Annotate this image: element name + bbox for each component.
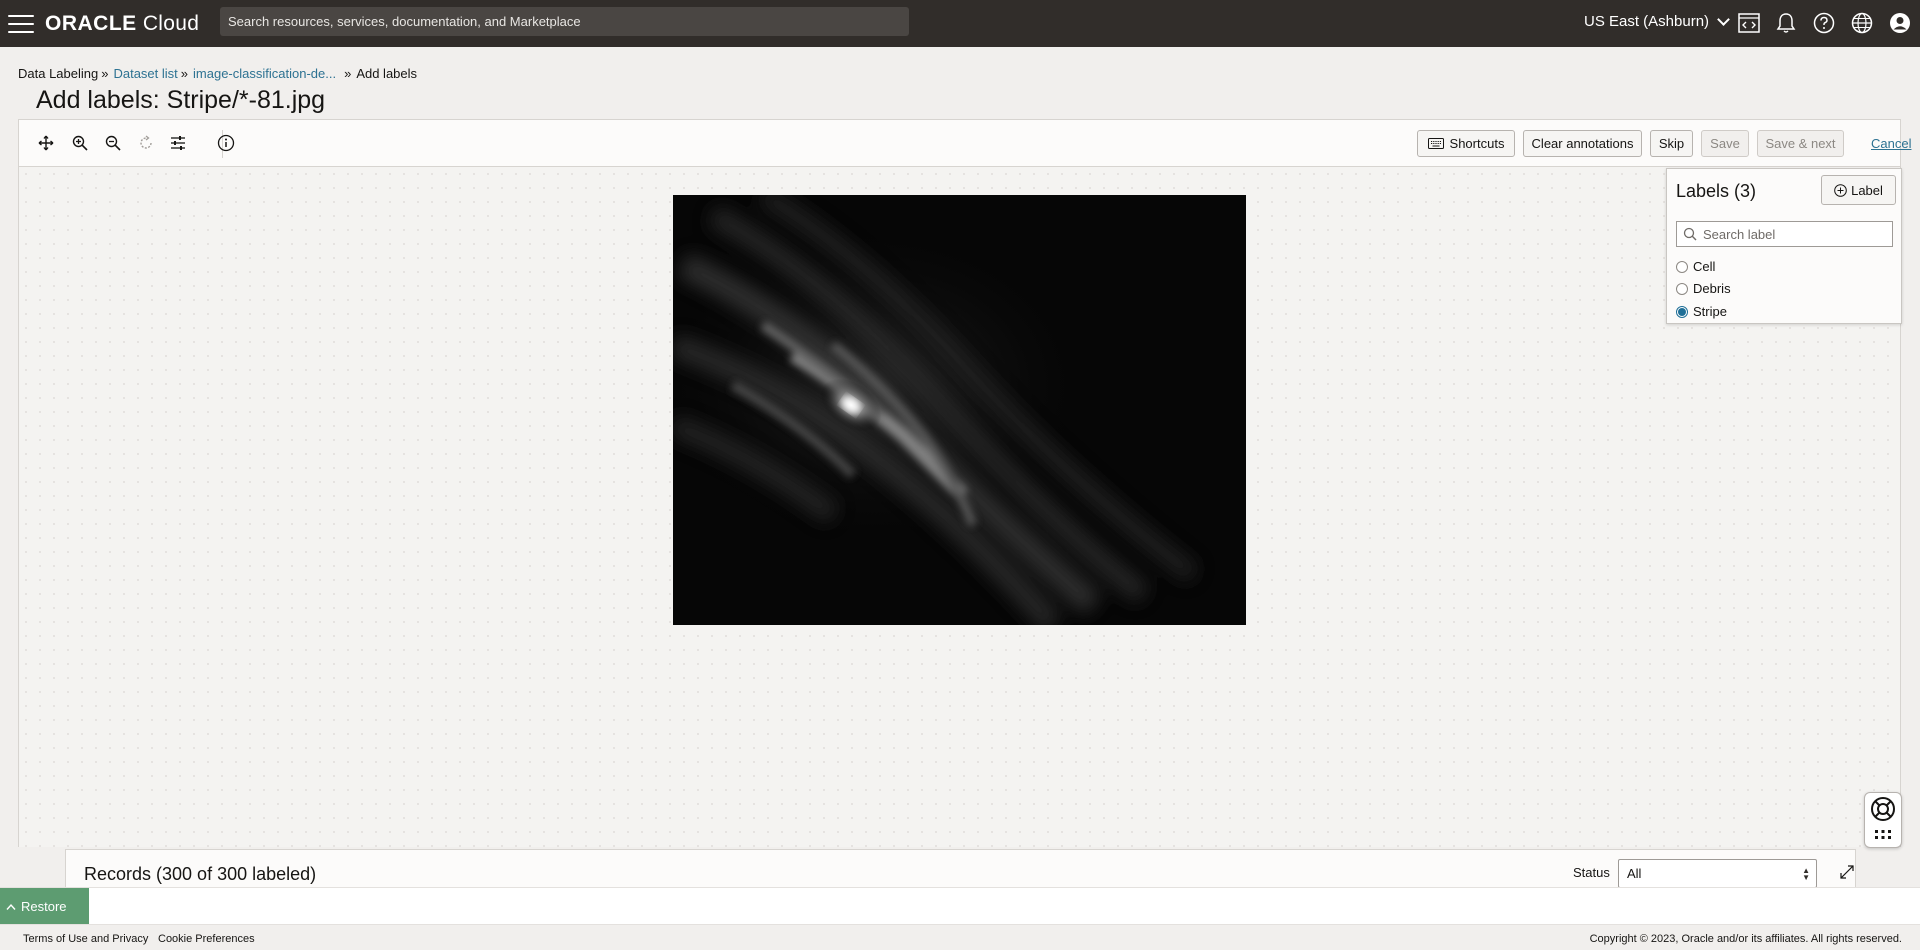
logo-brand: ORACLE	[45, 11, 137, 35]
cancel-link[interactable]: Cancel	[1871, 136, 1911, 151]
breadcrumb-separator: »	[344, 66, 352, 81]
restore-strip: Restore	[0, 887, 1920, 925]
breadcrumb-add-labels: Add labels	[356, 66, 418, 81]
record-image[interactable]	[673, 195, 1246, 625]
user-icon[interactable]	[1887, 10, 1913, 36]
restore-label: Restore	[21, 899, 67, 914]
shortcuts-button[interactable]: Shortcuts	[1417, 130, 1515, 157]
global-search-input[interactable]: Search resources, services, documentatio…	[220, 7, 909, 36]
region-label: US East (Ashburn)	[1584, 13, 1710, 30]
top-navigation-bar: ORACLE Cloud Search resources, services,…	[0, 0, 1920, 47]
move-icon[interactable]	[35, 132, 57, 154]
footer: Terms of Use and Privacy Cookie Preferen…	[0, 924, 1920, 950]
stripe-image	[673, 195, 1246, 625]
oracle-cloud-logo[interactable]: ORACLE Cloud	[45, 12, 199, 36]
keyboard-icon	[1427, 138, 1444, 149]
bell-icon[interactable]	[1773, 10, 1799, 36]
status-select[interactable]: All ▲ ▼	[1618, 859, 1817, 888]
status-value: All	[1627, 866, 1642, 881]
select-arrows-icon: ▲ ▼	[1802, 866, 1810, 882]
breadcrumb: Data Labeling» Dataset list» image-class…	[18, 66, 417, 81]
restore-button[interactable]: Restore	[0, 888, 89, 925]
cookie-preferences-link[interactable]: Cookie Preferences	[158, 933, 255, 945]
radio-icon[interactable]	[1676, 282, 1688, 295]
logo-product: Cloud	[142, 11, 200, 35]
search-icon	[1683, 227, 1697, 241]
global-search-placeholder: Search resources, services, documentatio…	[228, 14, 581, 29]
menu-icon[interactable]	[8, 14, 34, 33]
label-name: Debris	[1693, 281, 1731, 296]
label-name: Cell	[1693, 259, 1716, 274]
breadcrumb-dataset[interactable]: image-classification-de...	[193, 66, 336, 81]
globe-icon[interactable]	[1849, 10, 1875, 36]
zoom-in-icon[interactable]	[69, 132, 91, 154]
radio-icon[interactable]	[1676, 260, 1688, 273]
records-title: Records (300 of 300 labeled)	[84, 864, 317, 884]
lifebuoy-icon	[1871, 797, 1895, 839]
expand-icon[interactable]	[1839, 864, 1855, 880]
annotation-canvas[interactable]	[18, 167, 1901, 847]
help-widget[interactable]	[1864, 792, 1902, 848]
copyright: Copyright © 2023, Oracle and/or its affi…	[1589, 933, 1902, 945]
label-search-input[interactable]: Search label	[1676, 221, 1893, 247]
breadcrumb-dataset-list[interactable]: Dataset list	[113, 66, 177, 81]
chevron-up-icon	[6, 903, 16, 910]
add-label-text: Label	[1851, 182, 1883, 198]
info-icon[interactable]	[215, 132, 237, 154]
labels-panel: Labels (3) Label Search label Cell Debri…	[1666, 168, 1902, 324]
skip-button[interactable]: Skip	[1650, 130, 1693, 157]
label-search-placeholder: Search label	[1703, 226, 1776, 242]
page-title: Add labels: Stripe/*-81.jpg	[36, 86, 326, 114]
breadcrumb-data-labeling: Data Labeling	[18, 66, 99, 81]
zoom-out-icon[interactable]	[102, 132, 124, 154]
add-label-button[interactable]: Label	[1821, 175, 1896, 205]
label-option-cell[interactable]: Cell	[1676, 259, 1715, 274]
label-option-stripe[interactable]: Stripe	[1676, 304, 1727, 319]
labels-title: Labels (3)	[1676, 181, 1757, 201]
shortcuts-label: Shortcuts	[1449, 136, 1505, 151]
label-option-debris[interactable]: Debris	[1676, 281, 1731, 296]
save-and-next-button[interactable]: Save & next	[1757, 130, 1844, 157]
radio-selected-icon[interactable]	[1676, 305, 1688, 318]
reset-icon[interactable]	[135, 132, 157, 154]
annotation-toolbar: Shortcuts Clear annotations Skip Save Sa…	[18, 119, 1911, 167]
plus-circle-icon	[1834, 183, 1847, 197]
save-button[interactable]: Save	[1701, 130, 1749, 157]
records-panel: Records (300 of 300 labeled) Status All …	[65, 849, 1856, 889]
region-selector[interactable]: US East (Ashburn)	[1584, 12, 1730, 30]
terms-link[interactable]: Terms of Use and Privacy	[23, 933, 148, 945]
breadcrumb-separator: »	[180, 66, 189, 81]
breadcrumb-separator: »	[101, 66, 109, 81]
chevron-down-icon	[1717, 12, 1730, 26]
help-icon[interactable]	[1811, 10, 1837, 36]
code-editor-icon[interactable]	[1736, 10, 1762, 36]
status-label: Status	[1573, 865, 1610, 880]
adjust-icon[interactable]	[167, 132, 189, 154]
clear-annotations-button[interactable]: Clear annotations	[1523, 130, 1642, 157]
label-name: Stripe	[1693, 304, 1727, 319]
